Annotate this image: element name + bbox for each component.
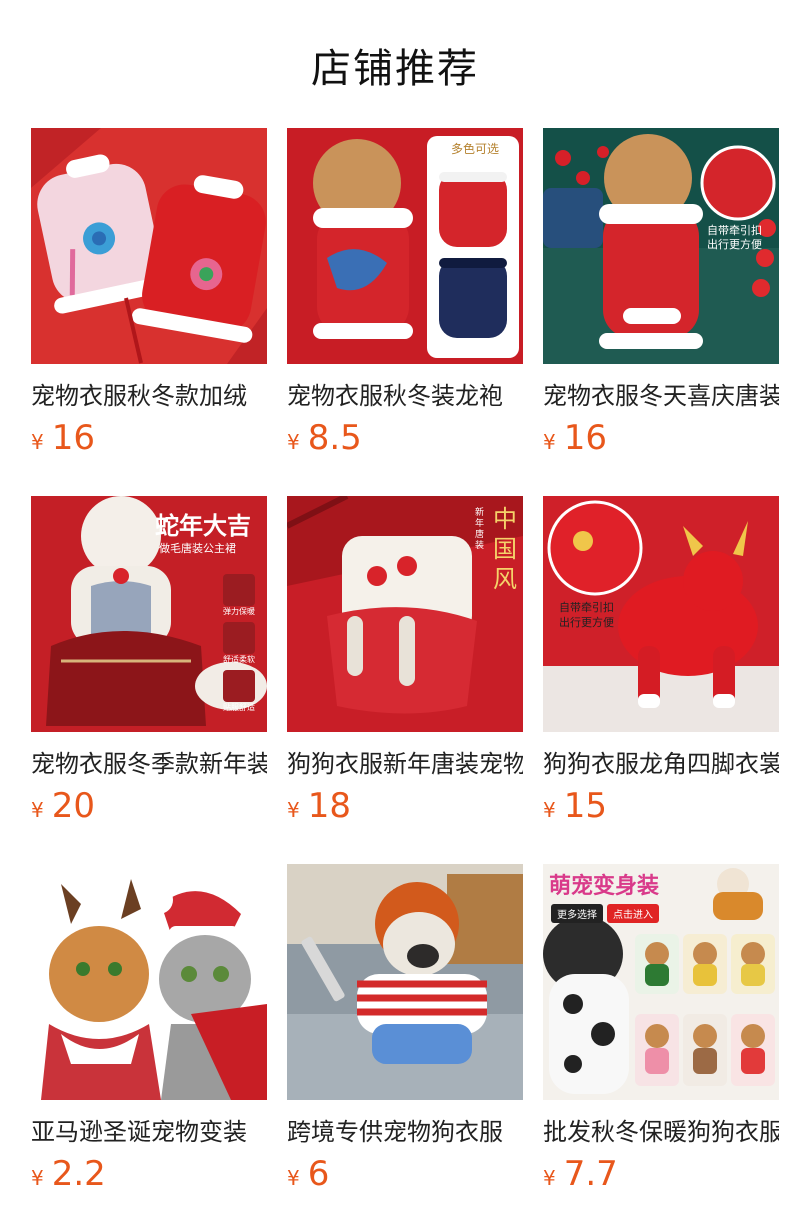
- product-image[interactable]: [31, 128, 267, 364]
- product-image[interactable]: 中国风 新年唐装: [287, 496, 523, 732]
- product-price: ¥18: [287, 786, 523, 832]
- price-value: 16: [563, 418, 607, 458]
- product-name[interactable]: 宠物衣服秋冬装龙袍: [287, 376, 523, 410]
- product-card[interactable]: 蛇年大吉 做毛唐装公主裙 弹力保暖 舒适柔软 贴服舒适 宠物衣服冬季款新年装 ¥…: [31, 496, 267, 832]
- product-card[interactable]: 中国风 新年唐装 狗狗衣服新年唐装宠物 ¥18: [287, 496, 523, 832]
- product-image[interactable]: 自带牵引扣 出行更方便: [543, 496, 779, 732]
- currency-symbol: ¥: [543, 798, 556, 822]
- product-card[interactable]: 多色可选 宠物衣服秋冬装龙袍 ¥8.5: [287, 128, 523, 464]
- badge-cute-transform: 萌宠变身装: [549, 873, 660, 899]
- product-image[interactable]: [287, 864, 523, 1100]
- product-name[interactable]: 跨境专供宠物狗衣服: [287, 1112, 523, 1146]
- currency-symbol: ¥: [31, 1166, 44, 1190]
- badge-snake-year: 蛇年大吉: [155, 511, 251, 540]
- currency-symbol: ¥: [287, 798, 300, 822]
- badge-chinese-style: 中国风: [493, 505, 517, 593]
- page-title: 店铺推荐: [311, 46, 479, 92]
- product-price: ¥15: [543, 786, 779, 832]
- product-image[interactable]: 蛇年大吉 做毛唐装公主裙 弹力保暖 舒适柔软 贴服舒适: [31, 496, 267, 732]
- price-value: 18: [307, 786, 351, 826]
- product-card[interactable]: 自带牵引扣 出行更方便 狗狗衣服龙角四脚衣裳 ¥15: [543, 496, 779, 832]
- product-price: ¥20: [31, 786, 267, 832]
- product-price: ¥2.2: [31, 1154, 267, 1200]
- product-name[interactable]: 宠物衣服秋冬款加绒: [31, 376, 267, 410]
- product-card[interactable]: 跨境专供宠物狗衣服 ¥6: [287, 864, 523, 1200]
- badge-leash-hook: 自带牵引扣 出行更方便: [559, 601, 614, 629]
- product-name[interactable]: 狗狗衣服新年唐装宠物: [287, 744, 523, 778]
- product-name[interactable]: 批发秋冬保暖狗狗衣服: [543, 1112, 779, 1146]
- price-value: 16: [51, 418, 95, 458]
- product-price: ¥16: [31, 418, 267, 464]
- currency-symbol: ¥: [543, 1166, 556, 1190]
- currency-symbol: ¥: [31, 798, 44, 822]
- product-price: ¥6: [287, 1154, 523, 1200]
- product-price: ¥16: [543, 418, 779, 464]
- product-image[interactable]: 多色可选: [287, 128, 523, 364]
- price-value: 2.2: [51, 1154, 106, 1194]
- price-value: 7.7: [563, 1154, 618, 1194]
- more-options-button[interactable]: 更多选择: [551, 904, 603, 923]
- badge-subtitle: 新年唐装: [475, 508, 485, 551]
- product-image[interactable]: [31, 864, 267, 1100]
- price-value: 20: [51, 786, 95, 826]
- product-name[interactable]: 宠物衣服冬天喜庆唐装: [543, 376, 779, 410]
- product-card[interactable]: 自带牵引扣 出行更方便 宠物衣服冬天喜庆唐装 ¥16: [543, 128, 779, 464]
- product-image[interactable]: 萌宠变身装 更多选择 点击进入: [543, 864, 779, 1100]
- product-card[interactable]: 萌宠变身装 更多选择 点击进入 批发秋冬保暖狗狗衣服 ¥7.7: [543, 864, 779, 1200]
- product-name[interactable]: 亚马逊圣诞宠物变装: [31, 1112, 267, 1146]
- feature-label: 舒适柔软: [223, 655, 255, 664]
- product-image[interactable]: 自带牵引扣 出行更方便: [543, 128, 779, 364]
- price-value: 15: [563, 786, 607, 826]
- feature-label: 贴服舒适: [223, 703, 255, 712]
- enter-button[interactable]: 点击进入: [607, 904, 659, 923]
- feature-label: 弹力保暖: [223, 607, 255, 616]
- price-value: 8.5: [307, 418, 362, 458]
- product-price: ¥8.5: [287, 418, 523, 464]
- product-name[interactable]: 狗狗衣服龙角四脚衣裳: [543, 744, 779, 778]
- badge-subtitle: 做毛唐装公主裙: [159, 542, 236, 555]
- currency-symbol: ¥: [287, 1166, 300, 1190]
- product-card[interactable]: 亚马逊圣诞宠物变装 ¥2.2: [31, 864, 267, 1200]
- product-card[interactable]: 宠物衣服秋冬款加绒 ¥16: [31, 128, 267, 464]
- currency-symbol: ¥: [287, 430, 300, 454]
- currency-symbol: ¥: [31, 430, 44, 454]
- currency-symbol: ¥: [543, 430, 556, 454]
- product-price: ¥7.7: [543, 1154, 779, 1200]
- price-value: 6: [307, 1154, 330, 1194]
- badge-multi-color: 多色可选: [450, 142, 499, 156]
- product-name[interactable]: 宠物衣服冬季款新年装: [31, 744, 267, 778]
- badge-leash-hook: 自带牵引扣 出行更方便: [707, 224, 762, 251]
